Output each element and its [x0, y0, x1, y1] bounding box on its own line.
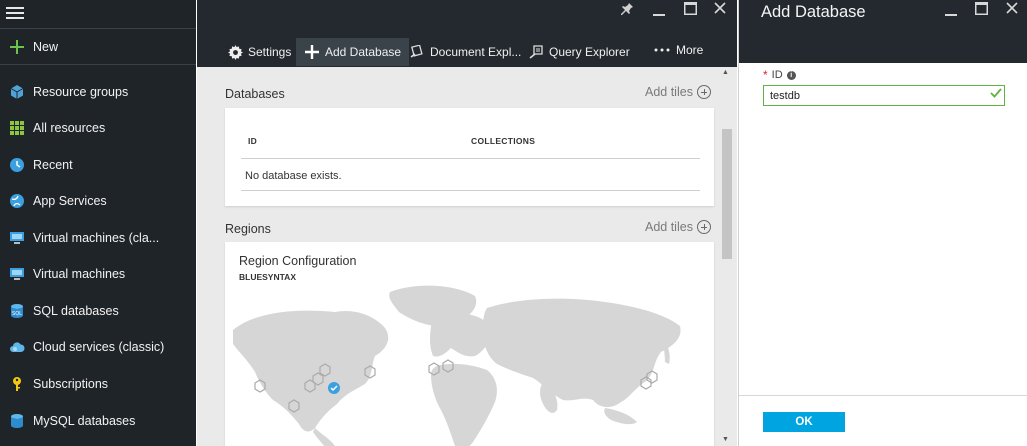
region-tile-title: Region Configuration — [239, 254, 357, 268]
column-header-collections: COLLECTIONS — [471, 136, 536, 146]
add-tiles-button[interactable]: Add tiles — [645, 220, 711, 234]
sidebar-item-label: Recent — [33, 158, 73, 172]
close-icon[interactable] — [714, 2, 726, 18]
plus-icon — [8, 38, 26, 56]
cube-icon — [8, 83, 26, 101]
sidebar-item-label: MySQL databases — [33, 414, 136, 428]
id-label-text: ID — [771, 69, 783, 81]
region-tile-subtitle: BLUESYNTAX — [239, 272, 296, 282]
blade-header: Settings Add Database Document Expl... Q… — [197, 0, 737, 67]
info-icon[interactable]: i — [786, 70, 796, 80]
add-circle-icon — [696, 85, 711, 99]
panel-title: Add Database — [761, 3, 866, 21]
pin-icon[interactable] — [620, 2, 634, 20]
document-explorer-label: Document Expl... — [430, 45, 522, 59]
sidebar-item-subscriptions[interactable]: Subscriptions — [0, 367, 196, 401]
databases-tile: ID COLLECTIONS No database exists. — [225, 108, 714, 206]
ok-button[interactable]: OK — [763, 412, 845, 432]
sidebar-item-app-services[interactable]: App Services — [0, 184, 196, 218]
sidebar-item-recent[interactable]: Recent — [0, 148, 196, 182]
sidebar: New Resource groups All resources Recent… — [0, 0, 196, 446]
sidebar-item-virtual-machines-classic[interactable]: Virtual machines (cla... — [0, 221, 196, 255]
sidebar-item-label: Virtual machines — [33, 267, 126, 281]
sidebar-item-new[interactable]: New — [0, 30, 196, 64]
add-tiles-label: Add tiles — [645, 85, 693, 99]
minimize-icon[interactable] — [945, 4, 957, 20]
resource-blade: Settings Add Database Document Expl... Q… — [197, 0, 737, 446]
scroll-thumb[interactable] — [722, 129, 732, 259]
sidebar-item-label: SQL databases — [33, 304, 119, 318]
add-tiles-label: Add tiles — [645, 220, 693, 234]
sidebar-item-label: New — [33, 40, 59, 54]
scroll-down-icon[interactable]: ▼ — [722, 436, 729, 443]
plus-icon — [304, 44, 320, 60]
more-button[interactable]: More — [653, 36, 703, 64]
scroll-up-icon[interactable]: ▲ — [722, 69, 729, 76]
globe-icon — [8, 192, 26, 210]
checkmark-icon — [990, 87, 1002, 102]
table-divider — [241, 158, 700, 159]
required-asterisk: * — [763, 68, 768, 82]
regions-section-title: Regions — [225, 222, 271, 236]
add-database-label: Add Database — [325, 45, 402, 59]
key-icon — [8, 375, 26, 393]
add-circle-icon — [696, 220, 711, 234]
sidebar-item-label: All resources — [33, 121, 106, 135]
sidebar-item-virtual-machines[interactable]: Virtual machines — [0, 257, 196, 291]
add-tiles-button[interactable]: Add tiles — [645, 85, 711, 99]
document-explorer-button[interactable]: Document Expl... — [409, 38, 521, 66]
sidebar-item-label: Subscriptions — [33, 377, 109, 391]
panel-footer-divider — [739, 395, 1027, 396]
svg-text:SQL: SQL — [12, 311, 22, 317]
more-label: More — [676, 43, 704, 57]
sidebar-item-cloud-services-classic[interactable]: Cloud services (classic) — [0, 330, 196, 364]
query-explorer-icon — [528, 44, 544, 60]
sidebar-divider — [0, 64, 196, 65]
region-configuration-tile[interactable]: Region Configuration BLUESYNTAX — [225, 242, 714, 446]
add-database-panel: Add Database * ID i OK — [738, 0, 1027, 446]
panel-header: Add Database — [739, 0, 1027, 63]
add-database-button[interactable]: Add Database — [296, 38, 410, 66]
table-divider — [241, 190, 700, 191]
ellipsis-icon — [653, 42, 671, 58]
sidebar-item-resource-groups[interactable]: Resource groups — [0, 75, 196, 109]
sidebar-item-label: Cloud services (classic) — [33, 340, 165, 354]
sidebar-item-all-resources[interactable]: All resources — [0, 111, 196, 145]
query-explorer-button[interactable]: Query Explorer — [528, 38, 630, 66]
minimize-icon[interactable] — [653, 4, 665, 20]
database-icon: SQL — [8, 302, 26, 320]
grid-icon — [8, 119, 26, 137]
close-icon[interactable] — [1006, 2, 1018, 18]
cloud-icon — [8, 338, 26, 356]
maximize-icon[interactable] — [975, 2, 988, 19]
document-explorer-icon — [409, 44, 425, 60]
settings-button[interactable]: Settings — [227, 38, 291, 66]
column-header-id: ID — [248, 136, 258, 146]
sidebar-item-label: Virtual machines (cla... — [33, 231, 160, 245]
databases-section-title: Databases — [225, 87, 285, 101]
sidebar-item-mysql-databases[interactable]: MySQL databases — [0, 404, 196, 438]
monitor-icon — [8, 229, 26, 247]
world-map — [233, 285, 681, 446]
sidebar-item-sql-databases[interactable]: SQL SQL databases — [0, 294, 196, 328]
hamburger-menu-icon[interactable] — [6, 4, 24, 20]
settings-label: Settings — [248, 45, 292, 59]
empty-table-message: No database exists. — [245, 170, 342, 182]
id-field-label: * ID i — [763, 68, 796, 82]
gear-icon — [227, 44, 243, 60]
sidebar-divider — [0, 28, 196, 29]
maximize-icon[interactable] — [684, 2, 697, 19]
id-input[interactable] — [763, 85, 1005, 106]
sidebar-item-label: Resource groups — [33, 85, 129, 99]
clock-icon — [8, 156, 26, 174]
blade-scrollbar[interactable]: ▲ ▼ — [721, 67, 733, 446]
sidebar-item-label: App Services — [33, 194, 107, 208]
database-icon — [8, 412, 26, 430]
query-explorer-label: Query Explorer — [549, 45, 630, 59]
monitor-icon — [8, 265, 26, 283]
blade-content: Databases Add tiles ID COLLECTIONS No da… — [197, 67, 737, 446]
